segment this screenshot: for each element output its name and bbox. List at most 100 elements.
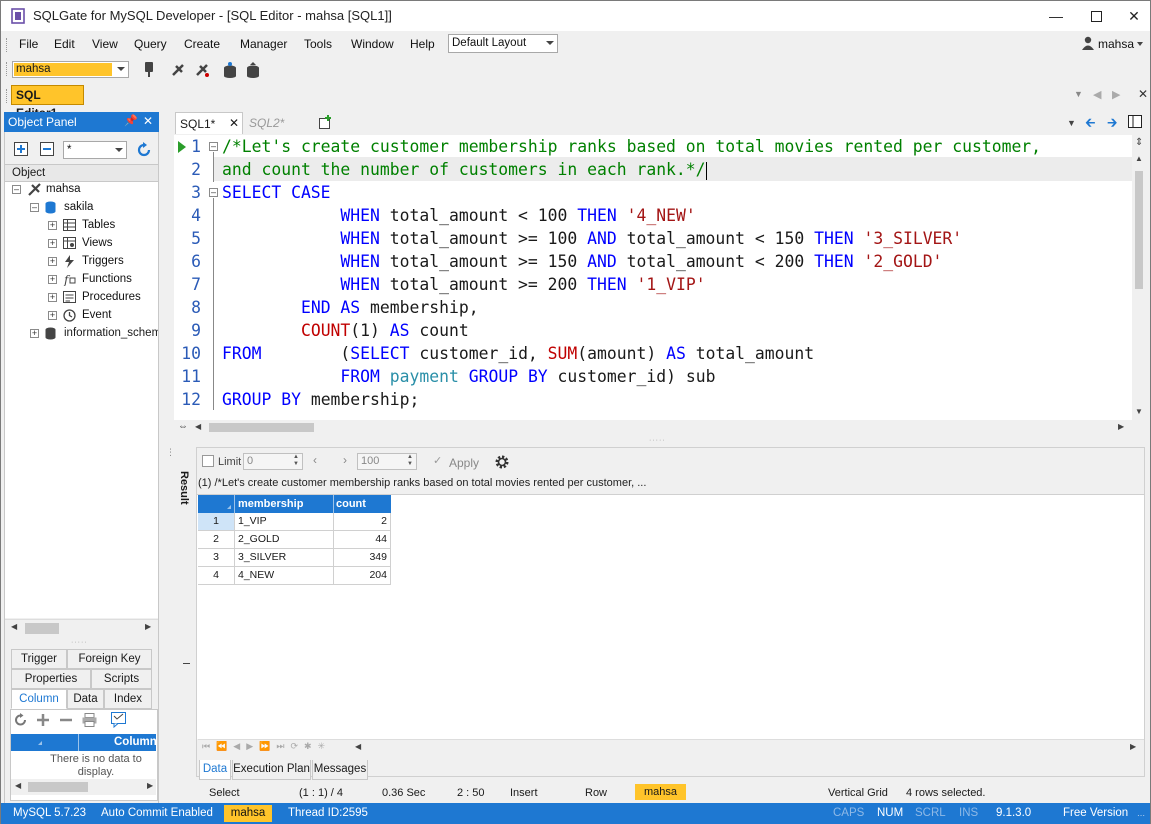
tree-toggle-procedures[interactable]: +: [48, 293, 57, 302]
menu-manager[interactable]: Manager: [240, 37, 287, 51]
prev-page-icon[interactable]: ‹: [313, 453, 317, 467]
tab-foreign-key[interactable]: Foreign Key: [67, 649, 152, 669]
menu-view[interactable]: View: [92, 37, 118, 51]
close-icon[interactable]: ✕: [1114, 1, 1151, 31]
doc-tab-menu-icon[interactable]: ▼: [1074, 89, 1083, 99]
connection-select[interactable]: mahsa: [12, 61, 129, 78]
tree-toggle-triggers[interactable]: +: [48, 257, 57, 266]
doc-tab-prev-icon[interactable]: ◀: [1093, 88, 1101, 101]
menu-edit[interactable]: Edit: [54, 37, 75, 51]
database-connect-icon[interactable]: [221, 61, 239, 79]
editor-splitter-grip[interactable]: ·····: [649, 437, 666, 444]
cell-membership[interactable]: 1_VIP: [235, 513, 334, 531]
tree-toggle-functions[interactable]: +: [48, 275, 57, 284]
limit-input[interactable]: 0 ▲ ▼: [243, 453, 303, 470]
grid-scroll-left-icon[interactable]: ◀: [355, 742, 361, 751]
row-number[interactable]: 4: [198, 567, 235, 585]
tab-index[interactable]: Index: [104, 689, 152, 709]
tree-item-functions[interactable]: Functions: [82, 273, 132, 285]
connect-icon[interactable]: [140, 61, 158, 79]
editor-hscrollbar[interactable]: ⇔ ◀ ▶: [174, 420, 1132, 435]
tab-scripts[interactable]: Scripts: [91, 669, 152, 689]
add-icon[interactable]: [36, 713, 50, 727]
tree-item-mahsa[interactable]: mahsa: [46, 183, 81, 195]
pin-icon[interactable]: 📌: [124, 114, 138, 127]
settings-gear-icon[interactable]: [494, 454, 510, 470]
tab-column[interactable]: Column: [11, 689, 67, 709]
menu-file[interactable]: File: [19, 37, 38, 51]
tab-sql2[interactable]: SQL2*: [249, 116, 284, 130]
comment-icon[interactable]: [111, 712, 127, 729]
tab-execution-plan[interactable]: Execution Plan: [232, 760, 311, 780]
tree-toggle-event[interactable]: +: [48, 311, 57, 320]
fold-toggle[interactable]: –: [209, 188, 218, 197]
user-dropdown-icon[interactable]: [1137, 42, 1143, 46]
page-size-input[interactable]: 100 ▲ ▼: [357, 453, 417, 470]
cell-count[interactable]: 2: [334, 513, 391, 531]
cell-count[interactable]: 349: [334, 549, 391, 567]
column-header-count[interactable]: count: [336, 498, 366, 510]
result-side-label[interactable]: Result: [178, 471, 190, 505]
doc-tab-close-icon[interactable]: ✕: [1138, 87, 1148, 101]
tab-properties[interactable]: Properties: [11, 669, 91, 689]
collapse-result-icon[interactable]: [183, 663, 190, 664]
editor-vscrollbar[interactable]: ⇕ ▲ ▼: [1132, 135, 1146, 420]
tree-item-information-schema[interactable]: information_schema: [64, 327, 158, 339]
split-view-icon[interactable]: [1128, 115, 1142, 128]
print-icon[interactable]: [82, 713, 97, 727]
doc-tab-sql-editor[interactable]: SQL Editor1: [11, 85, 84, 120]
next-page-icon[interactable]: ›: [343, 453, 347, 467]
menu-help[interactable]: Help: [410, 37, 435, 51]
tab-messages[interactable]: Messages: [312, 760, 368, 780]
tree-item-event[interactable]: Event: [82, 309, 111, 321]
apply-button[interactable]: Apply: [449, 456, 479, 470]
resize-grip-icon[interactable]: ⋯: [1137, 811, 1145, 820]
maximize-icon[interactable]: [1076, 1, 1116, 31]
menu-create[interactable]: Create: [184, 37, 220, 51]
cell-count[interactable]: 204: [334, 567, 391, 585]
menu-window[interactable]: Window: [351, 37, 394, 51]
splitter-grip[interactable]: ·····: [71, 639, 88, 646]
tab-data[interactable]: Data: [67, 689, 104, 709]
row-number[interactable]: 1: [198, 513, 235, 531]
database-upload-icon[interactable]: [244, 61, 262, 79]
refresh-icon[interactable]: [136, 142, 152, 158]
cell-membership[interactable]: 4_NEW: [235, 567, 334, 585]
tab-result-data[interactable]: Data: [199, 760, 231, 780]
auto-commit-status[interactable]: Auto Commit Enabled: [101, 807, 213, 819]
minimize-icon[interactable]: —: [1036, 1, 1076, 31]
tree-item-tables[interactable]: Tables: [82, 219, 115, 231]
cell-membership[interactable]: 2_GOLD: [235, 531, 334, 549]
column-hscrollbar[interactable]: ◀ ▶: [11, 779, 156, 795]
select-all-corner[interactable]: [227, 505, 231, 509]
fold-toggle[interactable]: –: [209, 142, 218, 151]
doc-tab-next-icon[interactable]: ▶: [1112, 88, 1120, 101]
tree-item-sakila[interactable]: sakila: [64, 201, 93, 213]
refresh-icon[interactable]: [14, 713, 27, 727]
object-filter-select[interactable]: *: [63, 141, 127, 159]
nav-forward-icon[interactable]: 🡲: [1107, 114, 1118, 136]
cell-count[interactable]: 44: [334, 531, 391, 549]
tree-item-procedures[interactable]: Procedures: [82, 291, 141, 303]
navigator-buttons-icon[interactable]: ⏮⏪◀▶⏩⏭⟳✱✳: [202, 741, 331, 752]
column-header-membership[interactable]: membership: [238, 498, 303, 510]
plug-icon[interactable]: [169, 61, 187, 79]
tab-sql1[interactable]: SQL1* ✕: [175, 112, 243, 134]
limit-checkbox[interactable]: [202, 455, 214, 467]
nav-back-icon[interactable]: 🡰: [1085, 114, 1096, 136]
menu-query[interactable]: Query: [134, 37, 167, 51]
tree-toggle-tables[interactable]: +: [48, 221, 57, 230]
disconnect-icon[interactable]: [193, 61, 211, 79]
object-tree-hscrollbar[interactable]: ◀ ▶: [5, 619, 158, 636]
layout-select[interactable]: Default Layout: [448, 34, 558, 53]
sql-code[interactable]: /*Let's create customer membership ranks…: [222, 135, 1127, 420]
panel-close-icon[interactable]: ✕: [143, 114, 153, 128]
tab-close-icon[interactable]: ✕: [229, 116, 239, 130]
tree-item-triggers[interactable]: Triggers: [82, 255, 124, 267]
grid-scroll-right-icon[interactable]: ▶: [1130, 742, 1136, 751]
collapse-all-icon[interactable]: [40, 142, 54, 156]
tree-toggle-views[interactable]: +: [48, 239, 57, 248]
tab-trigger[interactable]: Trigger: [11, 649, 67, 669]
tab-list-icon[interactable]: ▼: [1067, 118, 1076, 128]
status-grid-mode[interactable]: Vertical Grid: [828, 787, 888, 799]
